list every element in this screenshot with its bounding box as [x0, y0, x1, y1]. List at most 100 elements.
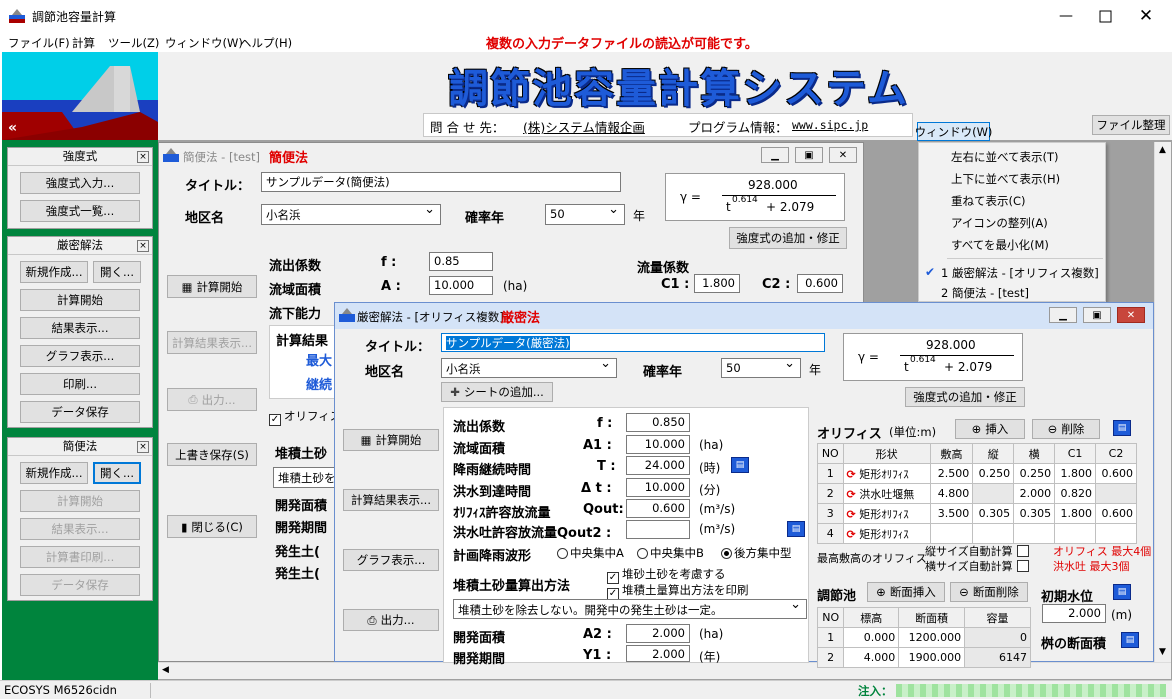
minimize-icon[interactable]: ▁: [761, 147, 789, 163]
initial-level-input[interactable]: 2.000: [1042, 604, 1106, 623]
table-cell[interactable]: 1.800: [1054, 463, 1097, 484]
scroll-up-icon[interactable]: ▲: [1159, 145, 1166, 155]
strict-prob-select[interactable]: 50: [721, 358, 801, 378]
strict-calc-button[interactable]: 計算開始: [20, 289, 140, 311]
rain-option-b[interactable]: 中央集中B: [637, 545, 704, 561]
rain-option-rear[interactable]: 後方集中型: [721, 545, 792, 561]
scroll-left-icon[interactable]: ◀: [162, 665, 169, 675]
table-cell[interactable]: ⟳ 洪水吐堰無: [842, 483, 931, 504]
simple-result-button[interactable]: 計算結果表示...: [167, 331, 257, 354]
book-icon[interactable]: ▤: [731, 457, 749, 473]
simple-calc-button[interactable]: ▦ 計算開始: [167, 275, 257, 298]
contact-link[interactable]: (株)システム情報企画: [523, 117, 645, 136]
rain-option-a[interactable]: 中央集中A: [557, 545, 624, 561]
menu-calc[interactable]: 計算: [72, 35, 95, 51]
simple-c1-input[interactable]: 1.800: [694, 274, 740, 293]
close-icon[interactable]: ✕: [829, 147, 857, 163]
simple-output-button[interactable]: ⎙ 出力...: [167, 388, 257, 411]
simple-formula-button[interactable]: 強度式の追加・修正: [729, 227, 847, 249]
file-organize-button[interactable]: ファイル整理: [1092, 115, 1170, 135]
strict-save-button[interactable]: データ保存: [20, 401, 140, 423]
book-icon[interactable]: ▤: [1113, 584, 1131, 600]
book-icon[interactable]: ▤: [1121, 632, 1139, 648]
table-cell[interactable]: [1095, 483, 1137, 504]
close-icon[interactable]: ✕: [1117, 307, 1145, 323]
param-area-input[interactable]: 10.000: [626, 435, 690, 454]
orifice-insert-button[interactable]: ⊕ 挿入: [955, 419, 1025, 439]
table-row[interactable]: 2 ⟳ 洪水吐堰無 4.800 2.000 0.820: [817, 483, 1137, 504]
book-icon[interactable]: ▤: [787, 521, 805, 537]
table-row[interactable]: 2 4.000 1900.000 6147: [816, 647, 1031, 668]
simple-prob-select[interactable]: 50: [545, 204, 625, 225]
simple-result-button[interactable]: 結果表示...: [20, 518, 140, 540]
strict-formula-button[interactable]: 強度式の追加・修正: [905, 387, 1025, 407]
table-row[interactable]: 4 ⟳ 矩形ｵﾘﾌｨｽ: [817, 523, 1137, 544]
simple-overwrite-button[interactable]: 上書き保存(S): [167, 443, 257, 466]
strength-input-button[interactable]: 強度式入力...: [20, 172, 140, 194]
menu-window-1[interactable]: 1 厳密解法 - [オリフィス複数]: [941, 265, 1099, 281]
auto-v-check[interactable]: 縦サイズ自動計算: [925, 543, 1032, 559]
table-cell[interactable]: 0.250: [972, 463, 1015, 484]
sed-method-select[interactable]: 堆積土砂を除去しない。開発中の発生土砂は一定。: [453, 599, 807, 619]
table-cell[interactable]: [972, 523, 1015, 544]
param-duration-input[interactable]: 24.000: [626, 456, 690, 475]
table-cell[interactable]: 1200.000: [898, 627, 966, 648]
simple-calc-button[interactable]: 計算開始: [20, 490, 140, 512]
menu-cascade[interactable]: 重ねて表示(C): [951, 193, 1026, 209]
simple-new-button[interactable]: 新規作成...: [20, 462, 88, 484]
menu-arrange-icons[interactable]: アイコンの整列(A): [951, 215, 1048, 231]
table-cell[interactable]: [972, 483, 1015, 504]
close-icon[interactable]: ×: [137, 240, 149, 252]
strict-output-button[interactable]: ⎙ 出力...: [343, 609, 439, 631]
scroll-down-icon[interactable]: ▼: [1159, 647, 1166, 657]
simple-a-input[interactable]: 10.000: [429, 276, 493, 295]
menu-minimize-all[interactable]: すべてを最小化(M): [951, 237, 1049, 253]
section-insert-button[interactable]: ⊕ 断面挿入: [867, 582, 945, 602]
param-arrival-input[interactable]: 10.000: [626, 478, 690, 497]
table-cell[interactable]: 1900.000: [898, 647, 966, 668]
strict-area-select[interactable]: 小名浜: [441, 358, 617, 378]
table-cell[interactable]: 4.800: [929, 483, 974, 504]
table-cell[interactable]: 0.600: [1095, 503, 1137, 524]
strict-calc-button[interactable]: ▦ 計算開始: [343, 429, 439, 451]
menu-tools[interactable]: ツール(Z): [108, 35, 159, 51]
program-link[interactable]: www.sipc.jp: [792, 118, 868, 132]
param-qout-input[interactable]: 0.600: [626, 499, 690, 518]
simple-save-button[interactable]: データ保存: [20, 574, 140, 596]
simple-print-button[interactable]: 計算書印刷...: [20, 546, 140, 568]
strict-result-button[interactable]: 結果表示...: [20, 317, 140, 339]
table-cell[interactable]: ⟳ 矩形ｵﾘﾌｨｽ: [842, 503, 931, 524]
simple-open-button[interactable]: 開く...: [93, 462, 141, 484]
table-cell[interactable]: 3.500: [929, 503, 974, 524]
dev-area-input[interactable]: 2.000: [626, 624, 690, 643]
param-runoff-input[interactable]: 0.850: [626, 413, 690, 432]
table-cell[interactable]: 1.800: [1054, 503, 1097, 524]
simple-c2-input[interactable]: 0.600: [797, 274, 843, 293]
window-menu-button[interactable]: ウィンドウ(W): [915, 122, 992, 141]
section-delete-button[interactable]: ⊖ 断面削除: [950, 582, 1028, 602]
menu-tile-vertical[interactable]: 左右に並べて表示(T): [951, 149, 1059, 165]
table-cell[interactable]: 2.500: [929, 463, 974, 484]
strength-list-button[interactable]: 強度式一覧...: [20, 200, 140, 222]
table-cell[interactable]: 6147: [964, 647, 1031, 668]
table-cell[interactable]: 0.250: [1013, 463, 1056, 484]
close-icon[interactable]: ×: [137, 151, 149, 163]
table-cell[interactable]: ⟳ 矩形ｵﾘﾌｨｽ: [842, 463, 931, 484]
menu-help[interactable]: ヘルプ(H): [240, 35, 292, 51]
param-qout2-input[interactable]: [626, 520, 690, 539]
maximize-icon[interactable]: [1086, 2, 1126, 30]
auto-h-check[interactable]: 横サイズ自動計算: [925, 558, 1032, 574]
close-icon[interactable]: ×: [137, 441, 149, 453]
table-row[interactable]: 1 0.000 1200.000 0: [816, 627, 1031, 648]
menu-file[interactable]: ファイル(F): [8, 35, 70, 51]
table-cell[interactable]: 2.000: [1013, 483, 1056, 504]
table-cell[interactable]: [1095, 523, 1137, 544]
simple-close-button[interactable]: ▮ 閉じる(C): [167, 515, 257, 538]
book-icon[interactable]: ▤: [1113, 420, 1131, 436]
table-cell[interactable]: 0.820: [1054, 483, 1097, 504]
dev-period-input[interactable]: 2.000: [626, 645, 690, 662]
strict-graph-button[interactable]: グラフ表示...: [20, 345, 140, 367]
simple-orifice-check[interactable]: ✓ オリフィス: [269, 408, 341, 426]
menu-window-2[interactable]: 2 簡便法 - [test]: [941, 285, 1029, 301]
table-cell[interactable]: [1054, 523, 1097, 544]
